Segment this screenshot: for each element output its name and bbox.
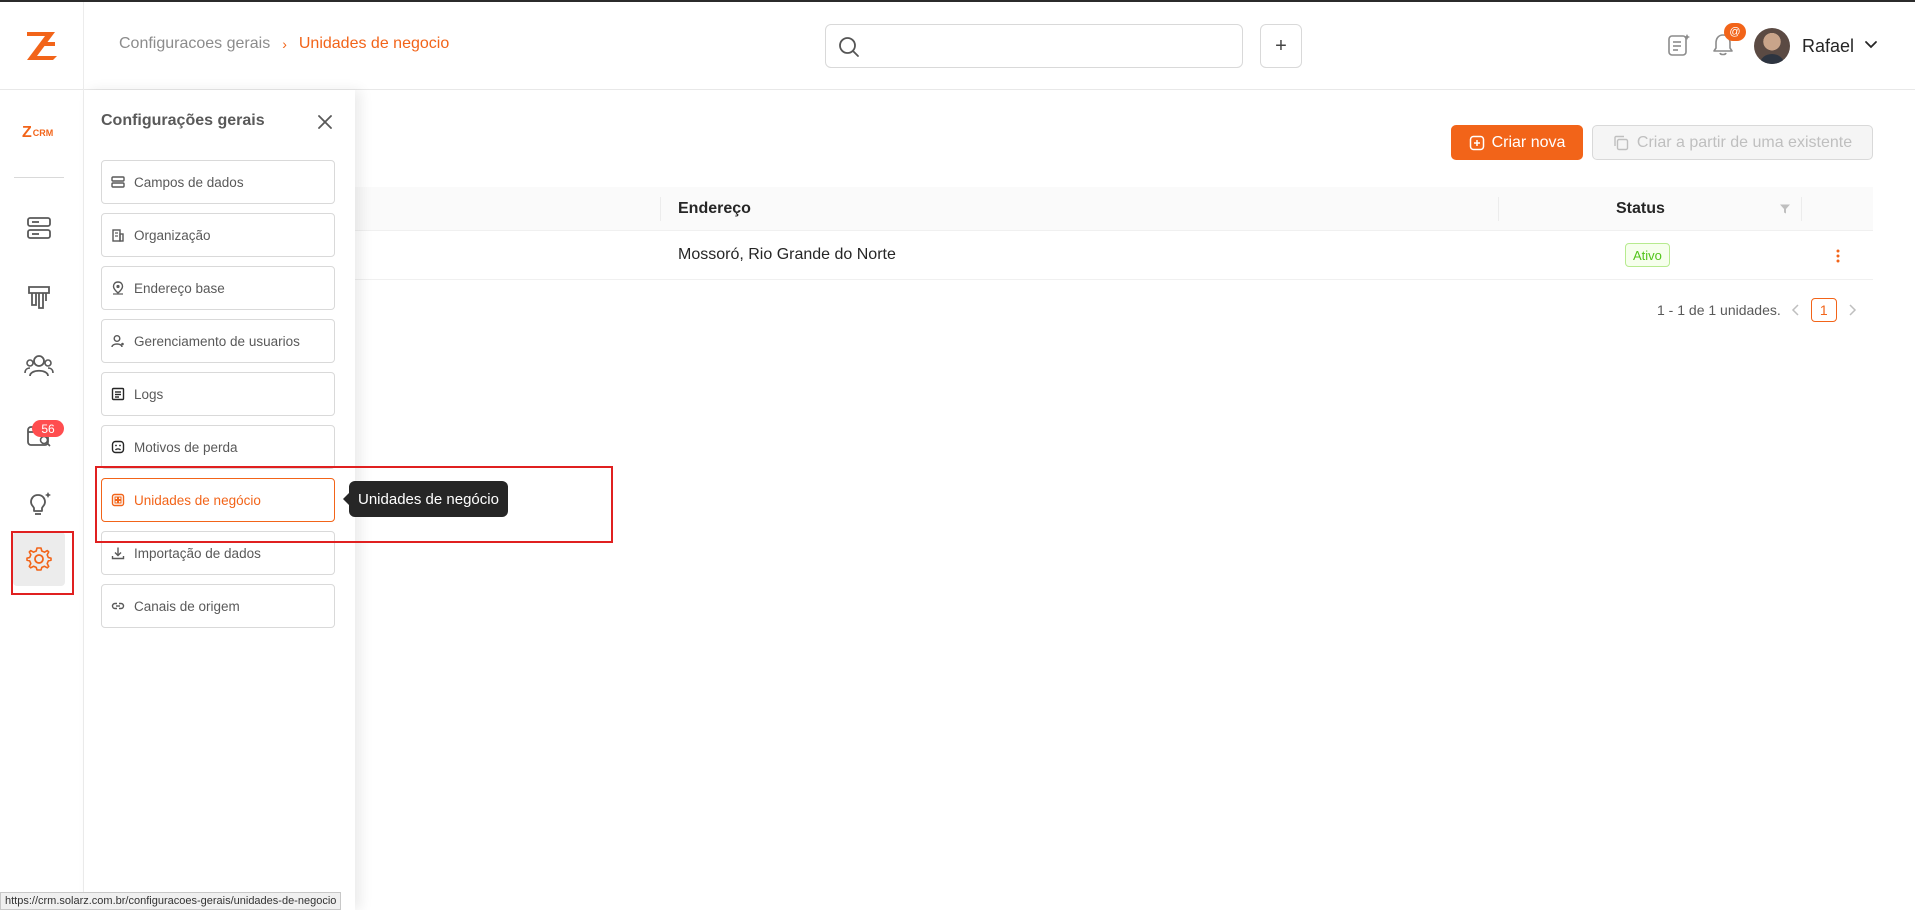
breadcrumb: Configuracoes gerais › Unidades de negoc… bbox=[119, 35, 449, 53]
column-divider bbox=[1801, 197, 1802, 221]
header: Configuracoes gerais › Unidades de negoc… bbox=[0, 2, 1915, 90]
rail-brand[interactable]: Z CRM bbox=[22, 124, 53, 142]
rail-item-pipeline[interactable] bbox=[22, 280, 56, 314]
more-vertical-icon bbox=[1836, 249, 1840, 263]
pagination: 1 - 1 de 1 unidades. 1 bbox=[1657, 298, 1857, 322]
rail-item-ideas[interactable] bbox=[22, 487, 56, 521]
settings-item-organizacao[interactable]: Organização bbox=[101, 213, 335, 257]
table-row[interactable]: Mossoró, Rio Grande do Norte Ativo bbox=[355, 231, 1873, 280]
rail-item-contacts[interactable] bbox=[22, 349, 56, 383]
brand-label: CRM bbox=[32, 128, 54, 138]
settings-item-label: Campos de dados bbox=[134, 174, 244, 190]
status-badge: Ativo bbox=[1625, 243, 1670, 267]
chevron-right-icon[interactable] bbox=[1847, 304, 1857, 316]
breadcrumb-chevron-icon: › bbox=[282, 36, 287, 52]
settings-item-campos-de-dados[interactable]: Campos de dados bbox=[101, 160, 335, 204]
chevron-down-icon[interactable] bbox=[1864, 40, 1878, 50]
create-from-existing-label: Criar a partir de uma existente bbox=[1636, 133, 1853, 151]
panel-title: Configurações gerais bbox=[101, 112, 265, 129]
settings-panel: Configurações gerais Campos de dados Org… bbox=[84, 90, 355, 910]
calendar-badge: 56 bbox=[32, 420, 64, 437]
close-icon bbox=[318, 115, 332, 129]
column-divider bbox=[660, 197, 661, 221]
avatar[interactable] bbox=[1754, 28, 1790, 64]
settings-item-importacao-de-dados[interactable]: Importação de dados bbox=[101, 531, 335, 575]
lightbulb-sparkle-icon bbox=[30, 492, 51, 515]
cell-address: Mossoró, Rio Grande do Norte bbox=[678, 246, 896, 263]
settings-item-unidades-de-negocio[interactable]: Unidades de negócio bbox=[101, 478, 335, 522]
settings-item-label: Importação de dados bbox=[134, 545, 261, 561]
user-name[interactable]: Rafael bbox=[1802, 36, 1854, 57]
chevron-left-icon[interactable] bbox=[1791, 304, 1801, 316]
settings-item-label: Unidades de negócio bbox=[134, 492, 261, 508]
search-input[interactable] bbox=[870, 33, 1230, 59]
settings-item-canais-de-origem[interactable]: Canais de origem bbox=[101, 584, 335, 628]
table-header: Endereço Status bbox=[355, 187, 1873, 231]
breadcrumb-item-current: Unidades de negocio bbox=[298, 35, 450, 52]
settings-item-endereco-base[interactable]: Endereço base bbox=[101, 266, 335, 310]
rail-divider bbox=[14, 177, 64, 178]
search-icon bbox=[839, 37, 859, 57]
building-icon bbox=[112, 229, 124, 242]
log-icon bbox=[111, 387, 125, 401]
location-icon bbox=[112, 281, 124, 295]
app-logo[interactable] bbox=[0, 2, 84, 90]
create-new-label: Criar nova bbox=[1491, 133, 1566, 151]
plus-icon: + bbox=[1275, 34, 1287, 57]
create-from-existing-button[interactable]: Criar a partir de uma existente bbox=[1592, 125, 1873, 160]
close-button[interactable] bbox=[313, 110, 337, 134]
settings-item-label: Gerenciamento de usuarios bbox=[134, 333, 300, 349]
plus-square-icon bbox=[1469, 135, 1484, 150]
column-header-address[interactable]: Endereço bbox=[678, 200, 751, 218]
kanban-icon bbox=[28, 286, 50, 309]
notification-badge: @ bbox=[1724, 23, 1746, 41]
sad-face-icon bbox=[111, 440, 125, 454]
settings-item-label: Motivos de perda bbox=[134, 439, 238, 455]
filter-icon[interactable] bbox=[1779, 203, 1791, 215]
settings-item-label: Organização bbox=[134, 227, 211, 243]
search-box[interactable] bbox=[825, 24, 1243, 68]
business-unit-icon bbox=[111, 493, 125, 507]
left-rail: Z CRM 56 bbox=[0, 90, 84, 910]
rail-settings-highlight bbox=[11, 531, 74, 595]
settings-item-label: Logs bbox=[134, 386, 164, 402]
column-divider bbox=[1498, 197, 1499, 221]
row-actions-button[interactable] bbox=[1831, 247, 1845, 265]
page-number-current[interactable]: 1 bbox=[1810, 298, 1837, 322]
brand-z-icon: Z bbox=[22, 124, 32, 141]
settings-item-gerenciamento-de-usuarios[interactable]: Gerenciamento de usuarios bbox=[101, 319, 335, 363]
logo-z-icon bbox=[26, 32, 57, 60]
download-icon bbox=[111, 547, 125, 560]
rail-item-data[interactable] bbox=[22, 211, 56, 245]
quick-add-button[interactable]: + bbox=[1260, 24, 1302, 68]
page: Configuracoes gerais › Unidades de negoc… bbox=[0, 0, 1915, 910]
settings-item-logs[interactable]: Logs bbox=[101, 372, 335, 416]
settings-item-label: Canais de origem bbox=[134, 598, 240, 614]
copy-icon bbox=[1614, 135, 1629, 150]
users-icon bbox=[24, 355, 54, 377]
column-header-status[interactable]: Status bbox=[1616, 200, 1665, 218]
settings-item-motivos-de-perda[interactable]: Motivos de perda bbox=[101, 425, 335, 469]
database-icon bbox=[111, 176, 125, 188]
server-icon bbox=[27, 217, 51, 239]
create-new-button[interactable]: Criar nova bbox=[1451, 125, 1583, 160]
notes-sparkle-icon[interactable] bbox=[1666, 32, 1692, 58]
browser-status-url: https://crm.solarz.com.br/configuracoes-… bbox=[0, 892, 342, 910]
breadcrumb-item-settings[interactable]: Configuracoes gerais bbox=[119, 35, 270, 53]
tooltip: Unidades de negócio bbox=[343, 481, 508, 517]
business-units-table: Endereço Status Mossoró, Rio Grande do N… bbox=[355, 187, 1873, 280]
settings-item-label: Endereço base bbox=[134, 280, 225, 296]
link-icon bbox=[111, 602, 125, 610]
user-settings-icon bbox=[111, 335, 124, 348]
pagination-summary: 1 - 1 de 1 unidades. bbox=[1657, 302, 1781, 318]
